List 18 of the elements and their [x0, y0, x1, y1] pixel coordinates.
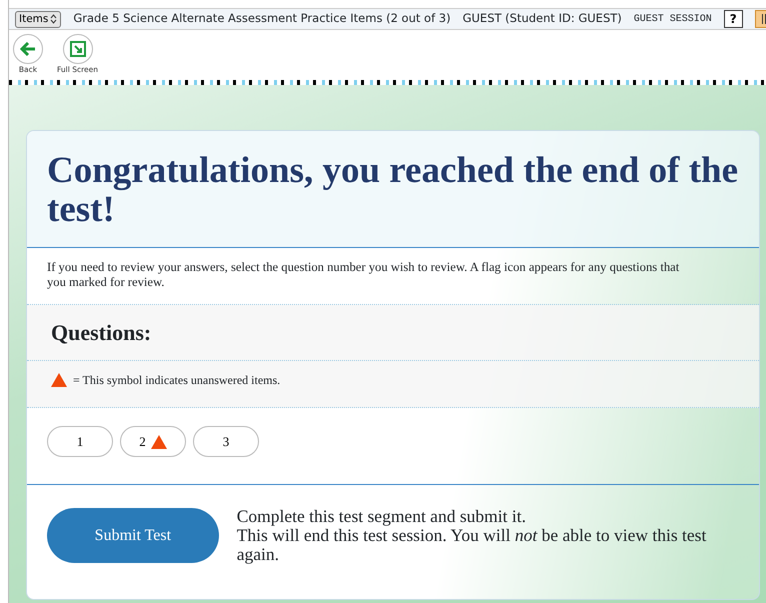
submit-button[interactable]: Submit Test [47, 508, 219, 564]
unanswered-triangle-icon [51, 373, 67, 388]
question-button[interactable]: 2 [120, 426, 186, 458]
help-button[interactable]: ? [724, 10, 743, 28]
student-name: GUEST (Student ID: GUEST) [462, 10, 622, 28]
submit-note: This will end this test session. You will not be able to view this test again. [236, 526, 708, 564]
questions-heading: Questions: [27, 305, 759, 362]
legend-text: = This symbol indicates unanswered items. [73, 372, 280, 390]
session-name: GUEST SESSION [634, 12, 712, 26]
submit-note: Complete this test segment and submit it. [236, 507, 527, 526]
question-button[interactable]: 3 [193, 426, 259, 458]
test-title: Grade 5 Science Alternate Assessment Practice Items (2 out of 3) [73, 10, 451, 28]
full-screen-icon [70, 41, 86, 57]
question-button[interactable]: 1 [47, 426, 113, 458]
heading: Congratulations, you reached the end of the test! [27, 131, 759, 248]
updown-caret-icon [50, 14, 58, 24]
back-arrow-icon [20, 42, 36, 56]
items-dropdown[interactable]: Items [15, 10, 62, 28]
